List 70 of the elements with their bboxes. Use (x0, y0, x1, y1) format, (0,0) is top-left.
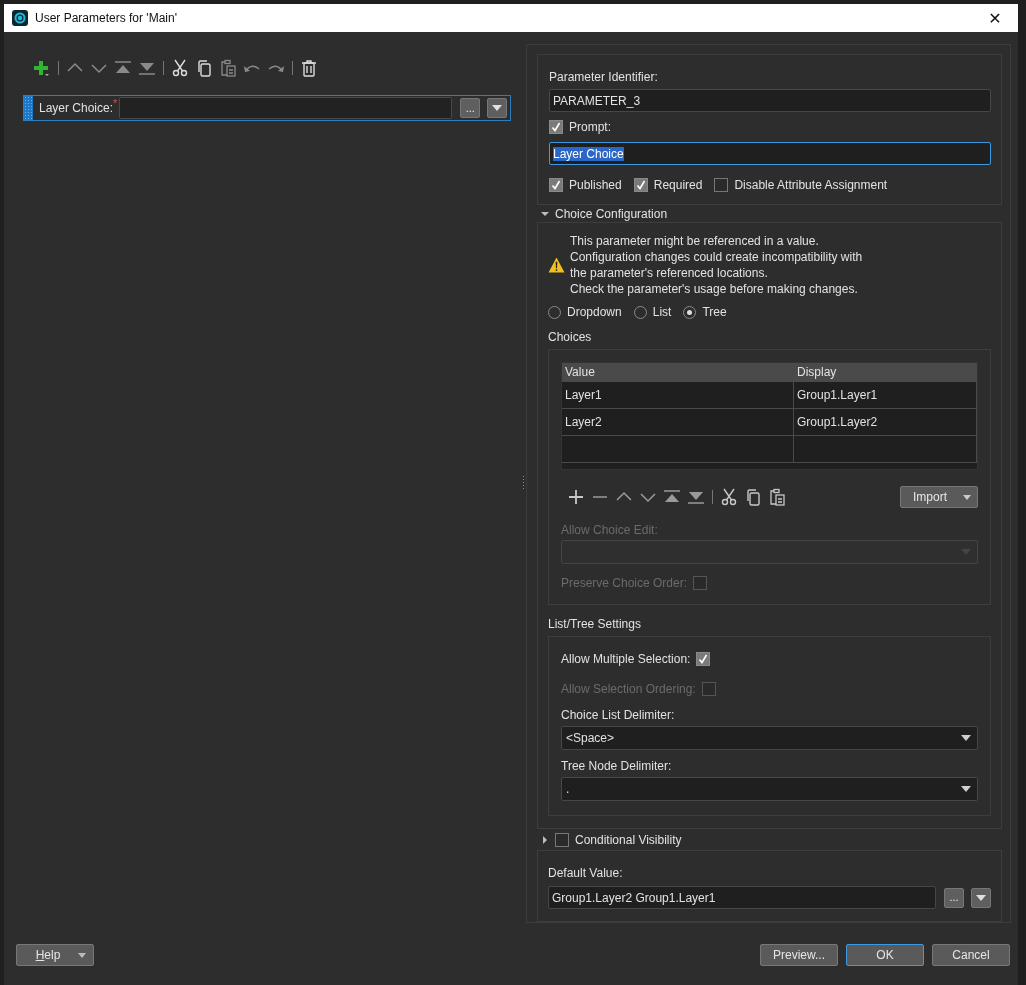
identifier-field[interactable]: PARAMETER_3 (549, 89, 991, 112)
table-cell: Layer2 (562, 409, 794, 435)
column-header[interactable]: Display (794, 363, 977, 381)
ok-button[interactable]: OK (846, 944, 924, 966)
checkbox[interactable] (549, 178, 563, 192)
checkbox-label: Disable Attribute Assignment (734, 178, 888, 192)
checkbox-label: Allow Selection Ordering: (561, 682, 696, 696)
delimiter-dropdown[interactable]: <Space> (561, 726, 978, 750)
delimiter-dropdown[interactable]: . (561, 777, 978, 801)
warning-icon (548, 257, 565, 273)
column-header[interactable]: Value (562, 363, 794, 381)
parameter-label: Layer Choice: (39, 101, 114, 115)
group-label: List/Tree Settings (548, 616, 642, 632)
checkbox-label: Prompt: (569, 120, 611, 134)
field-label: Tree Node Delimiter: (561, 758, 673, 774)
required-mark: * (113, 97, 118, 109)
table-cell: Layer1 (562, 382, 794, 408)
checkbox[interactable] (555, 832, 569, 847)
scissors-icon[interactable] (171, 59, 189, 77)
drag-handle[interactable] (24, 96, 33, 120)
preview-button[interactable]: Preview... (760, 944, 838, 966)
browse-button[interactable]: ... (944, 887, 964, 908)
plus-icon[interactable] (567, 488, 585, 506)
caret-icon (976, 894, 986, 901)
field-label: Default Value: (548, 865, 624, 881)
radio-label: Tree (702, 305, 727, 319)
plus-icon[interactable] (31, 59, 51, 77)
app-icon (12, 10, 28, 26)
section-header[interactable]: Choice Configuration (537, 205, 1002, 222)
field-label: Choice List Delimiter: (561, 707, 676, 723)
field-label: Allow Choice Edit: (561, 522, 659, 538)
checkbox[interactable] (714, 178, 729, 192)
section-header[interactable]: Conditional Visibility (537, 831, 1002, 848)
checkbox-label: Preserve Choice Order: (561, 576, 688, 590)
checkbox-label: Allow Multiple Selection: (561, 652, 691, 666)
window-title: User Parameters for 'Main' (35, 11, 177, 25)
browse-button[interactable]: ... (460, 98, 481, 118)
parameter-row[interactable]: Layer Choice:* ... (23, 95, 511, 121)
checkbox[interactable] (549, 120, 563, 134)
copy-icon[interactable] (744, 488, 762, 506)
radio-label: Dropdown (567, 305, 622, 319)
caret-down-icon (541, 209, 549, 218)
import-button[interactable]: Import (900, 486, 978, 508)
table-cell: Group1.Layer1 (794, 382, 977, 408)
checkbox[interactable] (696, 652, 711, 666)
checkbox-label: Published (569, 178, 622, 192)
trash-icon[interactable] (300, 59, 318, 77)
field-label: Parameter Identifier: (549, 69, 659, 85)
dropdown-button[interactable] (487, 98, 508, 118)
prompt-field[interactable]: Layer Choice (549, 142, 991, 165)
caret-icon (961, 735, 971, 741)
caret-icon (78, 952, 87, 958)
default-value-field[interactable]: Group1.Layer2 Group1.Layer1 (548, 886, 936, 909)
checkbox[interactable] (633, 178, 648, 192)
caret-icon (963, 494, 971, 500)
copy-icon[interactable] (195, 59, 213, 77)
caret-icon (492, 105, 503, 111)
radio-label: List (652, 305, 672, 319)
scissors-icon[interactable] (720, 488, 738, 506)
checkbox-label: Required (653, 178, 703, 192)
group-label: Choices (548, 329, 593, 345)
warning-text: This parameter might be referenced in a value. Configuration changes could create incompatibility with the parameter's referenced locations. Check the parameter's usage before making changes. (570, 233, 863, 297)
dropdown-button[interactable] (971, 887, 991, 908)
clipboard-icon[interactable] (768, 488, 786, 506)
parameter-field[interactable] (119, 97, 453, 119)
caret-right-icon (541, 835, 549, 844)
table-cell: Group1.Layer2 (794, 409, 977, 435)
help-button[interactable]: Help (16, 944, 94, 966)
caret-icon (961, 786, 971, 792)
cancel-button[interactable]: Cancel (932, 944, 1010, 966)
